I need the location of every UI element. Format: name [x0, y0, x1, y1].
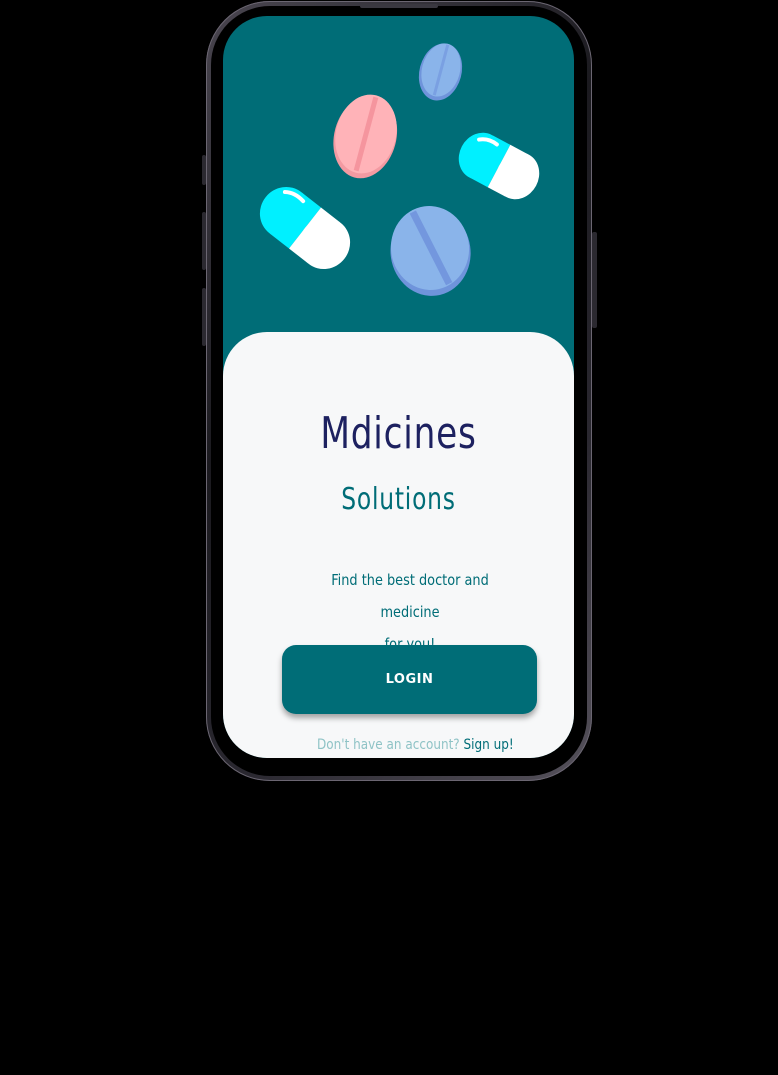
pills-illustration — [259, 43, 540, 296]
mute-button — [202, 288, 206, 346]
signup-row: Don't have an account? Sign up! — [317, 737, 514, 753]
volume-down-button — [202, 212, 206, 270]
app-screen: Mdicines Solutions Find the best doctor … — [223, 16, 574, 758]
signup-link[interactable]: Sign up! — [464, 737, 514, 753]
cyan-capsule-right-icon — [458, 132, 540, 200]
signup-prompt: Don't have an account? — [317, 737, 464, 753]
speaker-grille — [360, 4, 438, 8]
blue-tablet-small-icon — [418, 43, 463, 101]
pink-tablet-icon — [333, 94, 398, 179]
login-button[interactable]: LOGIN — [282, 645, 537, 714]
volume-up-button — [202, 155, 206, 185]
app-subtitle: Solutions — [341, 482, 456, 517]
login-button-label: LOGIN — [385, 672, 434, 687]
welcome-card: Mdicines Solutions Find the best doctor … — [223, 332, 574, 758]
stage: Mdicines Solutions Find the best doctor … — [0, 0, 778, 1075]
app-title: Mdicines — [320, 408, 477, 459]
power-button — [592, 232, 597, 328]
tagline-line-1: Find the best doctor and medicine — [331, 571, 489, 621]
cyan-capsule-left-icon — [259, 186, 351, 270]
blue-tablet-large-icon — [390, 206, 471, 296]
